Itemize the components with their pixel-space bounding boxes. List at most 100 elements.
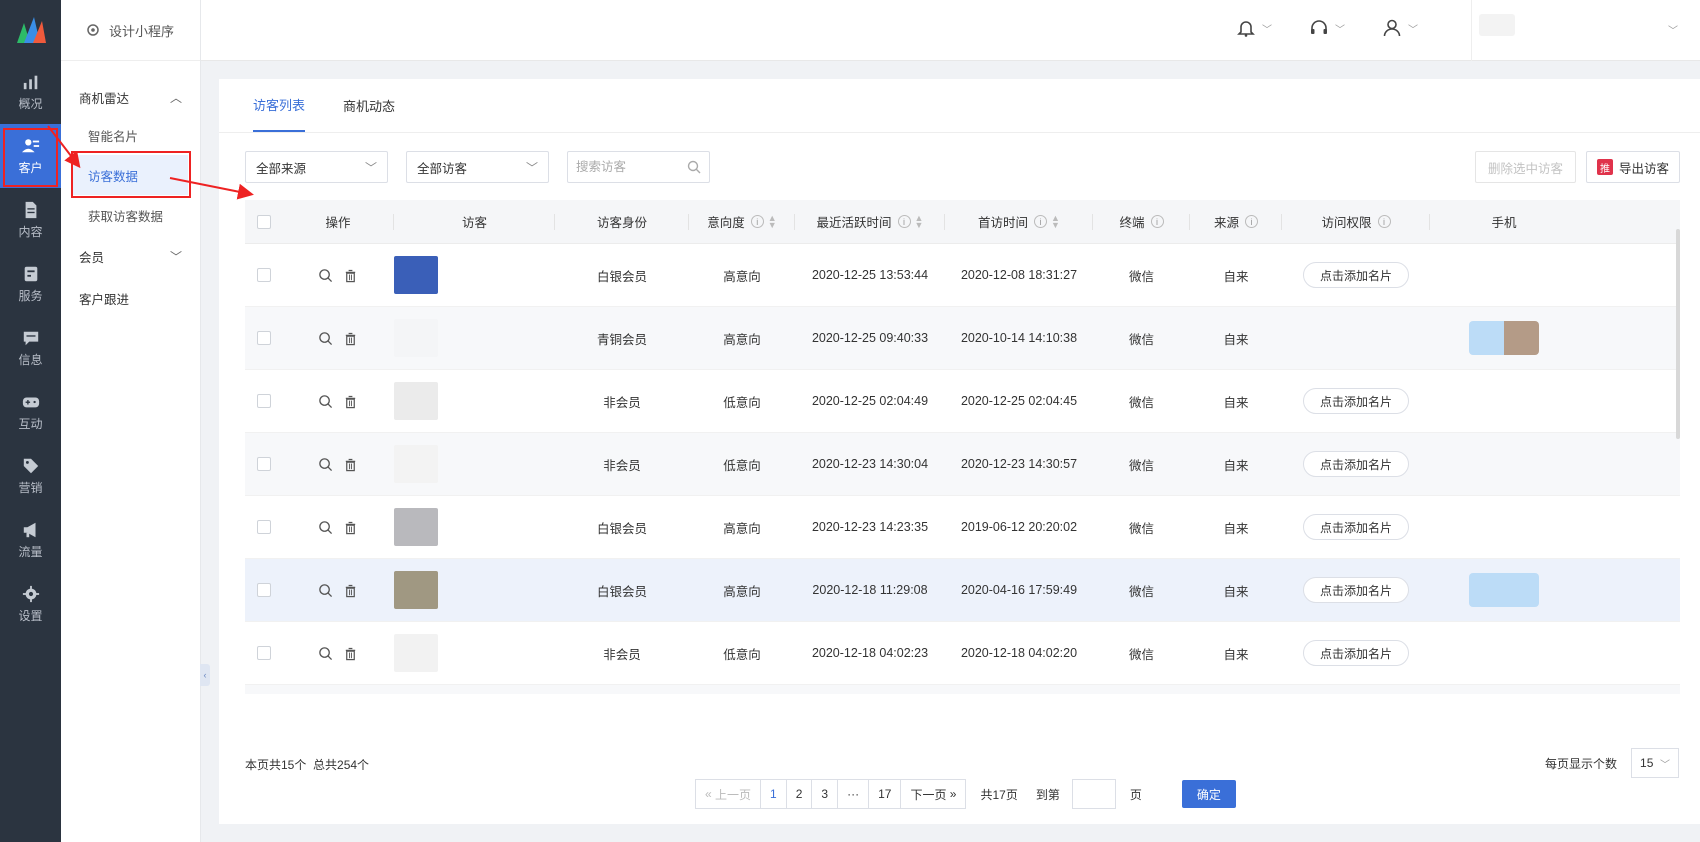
delete-icon[interactable] <box>343 583 358 598</box>
table-row[interactable]: 非会员 低意向 2020-12-18 04:02:23 2020-12-18 04:0… <box>245 622 1680 685</box>
search-icon[interactable] <box>687 160 701 174</box>
nav-item-interaction[interactable]: 互动 <box>0 380 61 444</box>
view-icon[interactable] <box>318 646 333 661</box>
subnav-item-smart-card[interactable]: 智能名片 <box>61 115 200 155</box>
chart-icon <box>23 75 37 89</box>
delete-icon[interactable] <box>343 268 358 283</box>
confirm-button[interactable]: 确定 <box>1181 780 1236 808</box>
sort-icon[interactable]: ▲ ▼ <box>1051 213 1060 229</box>
column-header-sortable[interactable]: 首访时间 i ▲ ▼ <box>945 200 1093 243</box>
page-ellipsis[interactable]: ··· <box>837 779 870 809</box>
first-visit-time-text: 2019-06-12 20:20:02 <box>960 520 1078 534</box>
delete-selected-button[interactable]: 删除选中访客 <box>1474 151 1576 183</box>
row-checkbox[interactable] <box>256 268 271 282</box>
row-checkbox[interactable] <box>256 646 271 660</box>
subnav-group-member[interactable]: 会员 ﹀ <box>61 235 200 277</box>
support-button[interactable]: ﹀ <box>1309 18 1345 38</box>
subnav-group-follow-up[interactable]: 客户跟进 <box>61 277 200 319</box>
export-visitors-button[interactable]: 推 导出访客 <box>1585 151 1680 183</box>
document-icon <box>25 201 36 218</box>
goto-page-input[interactable] <box>1071 779 1116 809</box>
column-header-sortable[interactable]: 最近活跃时间 i ▲ ▼ <box>795 200 945 243</box>
view-icon[interactable] <box>318 268 333 283</box>
info-icon[interactable]: i <box>1034 215 1048 228</box>
first-visit-time: 2020-04-16 17:59:49 <box>945 559 1093 621</box>
source-select[interactable]: 全部来源 ﹀ <box>245 151 388 183</box>
sort-icon[interactable]: ▲ ▼ <box>915 213 924 229</box>
tag-icon <box>23 458 38 473</box>
row-checkbox[interactable] <box>256 331 271 345</box>
subnav-group-radar[interactable]: 商机雷达 ︿ <box>61 79 200 115</box>
info-icon[interactable]: i <box>897 215 911 228</box>
visitor-identity: 非会员 <box>555 370 689 432</box>
add-card-button[interactable]: 点击添加名片 <box>1302 262 1409 288</box>
add-card-button[interactable]: 点击添加名片 <box>1302 514 1409 540</box>
add-card-button[interactable]: 点击添加名片 <box>1302 577 1409 603</box>
table-row[interactable]: 白银会员高意向2020-12-17 15:29:092019-06-12 14:… <box>245 685 1680 694</box>
delete-icon[interactable] <box>343 394 358 409</box>
page-button[interactable]: 3 <box>811 779 839 809</box>
next-page-button[interactable]: 下一页 » <box>900 779 967 809</box>
tab-visitor-list[interactable]: 访客列表 <box>253 78 306 132</box>
select-all-checkbox[interactable] <box>256 214 271 229</box>
info-icon[interactable]: i <box>1245 215 1258 228</box>
search-input[interactable] <box>576 160 681 174</box>
row-checkbox[interactable] <box>256 394 271 408</box>
table-row[interactable]: 非会员 低意向 2020-12-25 02:04:49 2020-12-25 02:0… <box>245 370 1680 433</box>
delete-icon[interactable] <box>343 520 358 535</box>
info-icon[interactable]: i <box>750 215 764 228</box>
nav-item-overview[interactable]: 概况 <box>0 60 61 124</box>
view-icon[interactable] <box>318 457 333 472</box>
row-checkbox[interactable] <box>256 583 271 597</box>
collapse-sidebar-handle[interactable]: ‹ <box>200 664 210 686</box>
prev-page-button[interactable]: « 上一页 <box>695 779 762 809</box>
page-size-select[interactable]: 15 ﹀ <box>1631 748 1680 778</box>
next-label: 下一页 <box>910 787 947 802</box>
nav-item-message[interactable]: 信息 <box>0 316 61 380</box>
table-row[interactable]: 白银会员 高意向 2020-12-23 14:23:35 2019-06-12 20:… <box>245 496 1680 559</box>
search-box[interactable] <box>567 151 710 183</box>
nav-item-traffic[interactable]: 流量 <box>0 508 61 572</box>
view-icon[interactable] <box>318 331 333 346</box>
table-row[interactable]: 白银会员 高意向 2020-12-25 13:53:44 2020-12-08 18:… <box>245 244 1680 307</box>
table-row[interactable]: 青铜会员 高意向 2020-12-25 09:40:33 2020-10-14 14:… <box>245 307 1680 370</box>
visitor-select[interactable]: 全部访客 ﹀ <box>406 151 549 183</box>
view-icon[interactable] <box>318 583 333 598</box>
column-label: 意向度 <box>707 216 745 230</box>
phone-blurred <box>1469 321 1539 355</box>
view-icon[interactable] <box>318 520 333 535</box>
add-card-button[interactable]: 点击添加名片 <box>1302 451 1409 477</box>
visitor-identity-text: 非会员 <box>603 395 641 410</box>
subnav-group-label: 商机雷达 <box>79 91 130 106</box>
info-icon[interactable]: i <box>1150 215 1164 228</box>
page-button[interactable]: 1 <box>760 779 787 809</box>
page-button[interactable]: 2 <box>785 779 813 809</box>
row-checkbox[interactable] <box>256 457 271 471</box>
nav-item-marketing[interactable]: 营销 <box>0 444 61 508</box>
nav-item-settings[interactable]: 设置 <box>0 572 61 636</box>
source-text: 自来 <box>1223 458 1249 473</box>
page-button[interactable]: 17 <box>868 779 902 809</box>
table-row[interactable]: 非会员 低意向 2020-12-23 14:30:04 2020-12-23 14:3… <box>245 433 1680 496</box>
row-checkbox[interactable] <box>256 520 271 534</box>
vertical-scrollbar[interactable] <box>1676 229 1680 439</box>
column-header-sortable[interactable]: 意向度 i ▲ ▼ <box>689 200 795 243</box>
sort-icon[interactable]: ▲ ▼ <box>768 213 777 229</box>
subnav-item-get-visitor-data[interactable]: 获取访客数据 <box>61 195 200 235</box>
add-card-button[interactable]: 点击添加名片 <box>1302 388 1409 414</box>
delete-icon[interactable] <box>343 331 358 346</box>
nav-item-content[interactable]: 内容 <box>0 188 61 252</box>
notifications-button[interactable]: ﹀ <box>1236 18 1272 38</box>
app-logo[interactable] <box>0 0 61 60</box>
delete-icon[interactable] <box>343 457 358 472</box>
column-label: 访客 <box>461 216 487 230</box>
tab-business-updates[interactable]: 商机动态 <box>343 78 395 132</box>
add-card-button[interactable]: 点击添加名片 <box>1302 640 1409 666</box>
table-row[interactable]: 白银会员 高意向 2020-12-18 11:29:08 2020-04-16 17:… <box>245 559 1680 622</box>
design-miniprogram-link[interactable]: 设计小程序 <box>61 0 200 61</box>
nav-item-service[interactable]: 服务 <box>0 252 61 316</box>
account-button[interactable]: ﹀ <box>1382 18 1418 38</box>
delete-icon[interactable] <box>343 646 358 661</box>
info-icon[interactable]: i <box>1377 215 1391 228</box>
view-icon[interactable] <box>318 394 333 409</box>
